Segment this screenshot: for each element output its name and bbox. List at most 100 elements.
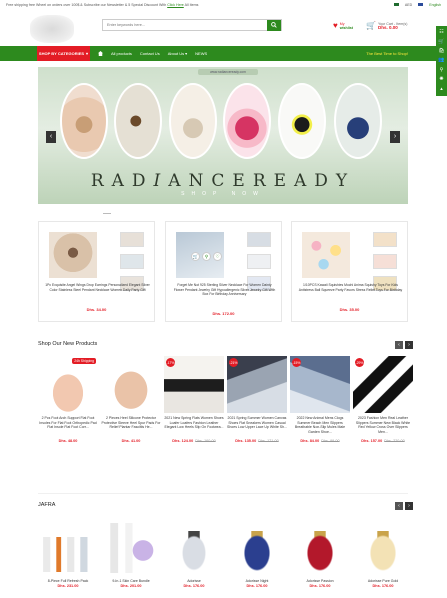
hero-banner[interactable]: www.radianceready.com ‹ › RADIANCEREADY … [38, 67, 408, 204]
banner-image-earrings [60, 83, 108, 159]
search-bar [102, 19, 282, 31]
deal-name[interactable]: 1/10PCS Kawaii Squishies Mochi Anima Squ… [298, 283, 403, 292]
search-button[interactable] [267, 19, 281, 31]
deal-thumbnail[interactable] [247, 254, 271, 269]
cart-icon[interactable]: 🛒 [191, 252, 200, 261]
cart-icon[interactable]: 🛒 [438, 39, 444, 45]
product-card[interactable]: 8-Piece Full Refresh Pack Dhs. 231.00 [38, 523, 98, 588]
site-logo[interactable] [30, 15, 74, 43]
home-icon[interactable] [98, 51, 103, 56]
deal-thumbnail[interactable] [247, 232, 271, 247]
search-icon[interactable]: ⚲ [202, 252, 211, 261]
section-title-new-products: Shop Our New Products [38, 341, 98, 347]
product-price: Dhs. 176.00 [309, 583, 331, 588]
language-selector[interactable]: English [429, 3, 441, 7]
product-name[interactable]: 2 Pieces Heel Silicone Protector Protect… [101, 416, 161, 439]
product-price: Dhs. 135.00 Dhs. 171.00 [235, 439, 279, 443]
search-icon[interactable]: ⚲ [440, 67, 444, 73]
product-image[interactable] [38, 523, 98, 573]
deal-thumbnail[interactable] [373, 232, 397, 247]
product-card[interactable]: Adorisse Pure Gold Dhs. 176.00 [353, 523, 413, 588]
nav-news[interactable]: NEWS [195, 51, 207, 56]
divider [103, 213, 111, 214]
product-name[interactable]: 2021 Spring Summer Women Canvas Shoes Fl… [227, 416, 287, 439]
cart-total: Dhs. 0.00 [377, 25, 398, 31]
prev-arrow-button[interactable]: ‹ [395, 341, 403, 349]
product-card[interactable]: Adorisse Night Dhs. 176.00 [227, 523, 287, 588]
product-card[interactable]: 9-In-1 Skin Care Bundle Dhs. 201.00 [101, 523, 161, 588]
next-arrow-button[interactable]: › [405, 341, 413, 349]
product-card[interactable]: -17% 2021 New Spring Flats Women Shoes L… [164, 356, 224, 443]
settings-icon[interactable]: ✺ [439, 77, 443, 82]
product-image[interactable] [227, 523, 287, 573]
product-image[interactable]: -17% [164, 356, 224, 413]
product-image[interactable] [164, 523, 224, 573]
product-image[interactable]: 24h Shipping [38, 356, 98, 413]
next-arrow-button[interactable]: › [405, 502, 413, 510]
jafra-carousel: 8-Piece Full Refresh Pack Dhs. 231.00 9-… [38, 523, 413, 588]
deal-name[interactable]: Forget Me Not 925 Sterling Silver Neckla… [172, 283, 277, 297]
banner-image-mascara [278, 83, 326, 159]
promo-text: Free shipping free Wheel on orders over … [6, 2, 199, 7]
deal-thumbnail[interactable] [120, 232, 144, 247]
product-image[interactable]: -21% [227, 356, 287, 413]
product-card[interactable]: Adorisse Passion Dhs. 176.00 [290, 523, 350, 588]
product-image[interactable] [101, 523, 161, 573]
product-badge: -21% [229, 358, 238, 367]
product-image[interactable] [353, 523, 413, 573]
product-price: Dhs. 84.00 Dhs. 99.00 [300, 439, 340, 443]
deal-thumbnail[interactable] [120, 254, 144, 269]
product-image[interactable] [290, 523, 350, 573]
nav-contact-us[interactable]: Contact Us [140, 51, 160, 56]
product-card[interactable]: -15% 2022 New Animal Mens Clogs Summer B… [290, 356, 350, 443]
compare-icon[interactable]: ☷ [439, 30, 443, 35]
deal-image[interactable] [302, 232, 350, 278]
product-name[interactable]: 2022 New Animal Mens Clogs Summer Beach … [290, 416, 350, 439]
deal-name[interactable]: 1Pc Exquisite Angel Wings Drop Earrings … [45, 283, 150, 292]
banner-title: RADIANCEREADY [90, 171, 356, 191]
deal-thumbnail[interactable] [373, 254, 397, 269]
product-card[interactable]: 24h Shipping 2 Pcs Foot Arch Support Fla… [38, 356, 98, 443]
product-name[interactable]: 2 Pcs Foot Arch Support Flat Foot Insole… [38, 416, 98, 439]
search-icon [271, 22, 277, 28]
promo-link[interactable]: Click Here [167, 3, 184, 7]
banner-next-button[interactable]: › [390, 131, 400, 143]
product-image[interactable]: -29% [353, 356, 413, 413]
product-card[interactable]: -29% 2023 Fashion Men Real Leather Slipp… [353, 356, 413, 443]
shop-by-categories-button[interactable]: SHOP BY CATEGORIES ▾ [37, 46, 90, 61]
product-badge: -15% [292, 358, 301, 367]
deal-card[interactable]: 1Pc Exquisite Angel Wings Drop Earrings … [38, 221, 155, 322]
chevron-down-icon: ▾ [185, 51, 188, 56]
section-title-jafra: JAFRA [38, 502, 56, 508]
arrow-up-icon[interactable]: ▴ [440, 86, 443, 92]
product-name[interactable]: 2023 Fashion Men Real Leather Slippers S… [353, 416, 413, 439]
nav-all-products[interactable]: All products [111, 51, 132, 56]
currency-selector[interactable]: AED [405, 3, 412, 7]
deal-card[interactable]: 1/10PCS Kawaii Squishies Mochi Anima Squ… [291, 221, 408, 322]
product-card[interactable]: -21% 2021 Spring Summer Women Canvas Sho… [227, 356, 287, 443]
product-image[interactable] [101, 356, 161, 413]
deal-image[interactable] [49, 232, 97, 278]
cart-icon[interactable]: 🛍 [438, 49, 444, 54]
search-input[interactable] [103, 20, 267, 30]
deal-price: Dhs. 34.00 [86, 307, 107, 312]
cart-icon: 🛒 [366, 21, 376, 31]
banner-url: www.radianceready.com [198, 69, 258, 75]
product-card[interactable]: 2 Pieces Heel Silicone Protector Protect… [101, 356, 161, 443]
top-bar: Free shipping free Wheel on orders over … [0, 0, 447, 9]
product-image[interactable]: -15% [290, 356, 350, 413]
deal-price: Dhs. 172.00 [212, 311, 235, 316]
site-header: ♥ Mywishlist 🛒 Your Cart - Item(s)Dhs. 0… [0, 9, 447, 45]
cart-link[interactable]: 🛒 Your Cart - Item(s) Dhs. 0.00 [366, 22, 407, 31]
prev-arrow-button[interactable]: ‹ [395, 502, 403, 510]
user-icon[interactable]: 👥 [438, 58, 444, 63]
wishlist-link[interactable]: ♥ My wishlist [333, 22, 353, 31]
nav-about-us[interactable]: About Us ▾ [168, 51, 187, 56]
heart-icon[interactable]: ♡ [213, 252, 222, 261]
deal-card[interactable]: 🛒 ⚲ ♡ Forget Me Not 925 Sterling Silver Ne… [165, 221, 282, 322]
banner-prev-button[interactable]: ‹ [46, 131, 56, 143]
banner-shop-now[interactable]: SHOP NOW [38, 191, 408, 197]
product-name[interactable]: 2021 New Spring Flats Women Shoes Loafer… [164, 416, 224, 439]
product-price: Dhs. 124.00 Dhs. 160.00 [172, 439, 216, 443]
product-card[interactable]: Adorisse Dhs. 176.00 [164, 523, 224, 588]
